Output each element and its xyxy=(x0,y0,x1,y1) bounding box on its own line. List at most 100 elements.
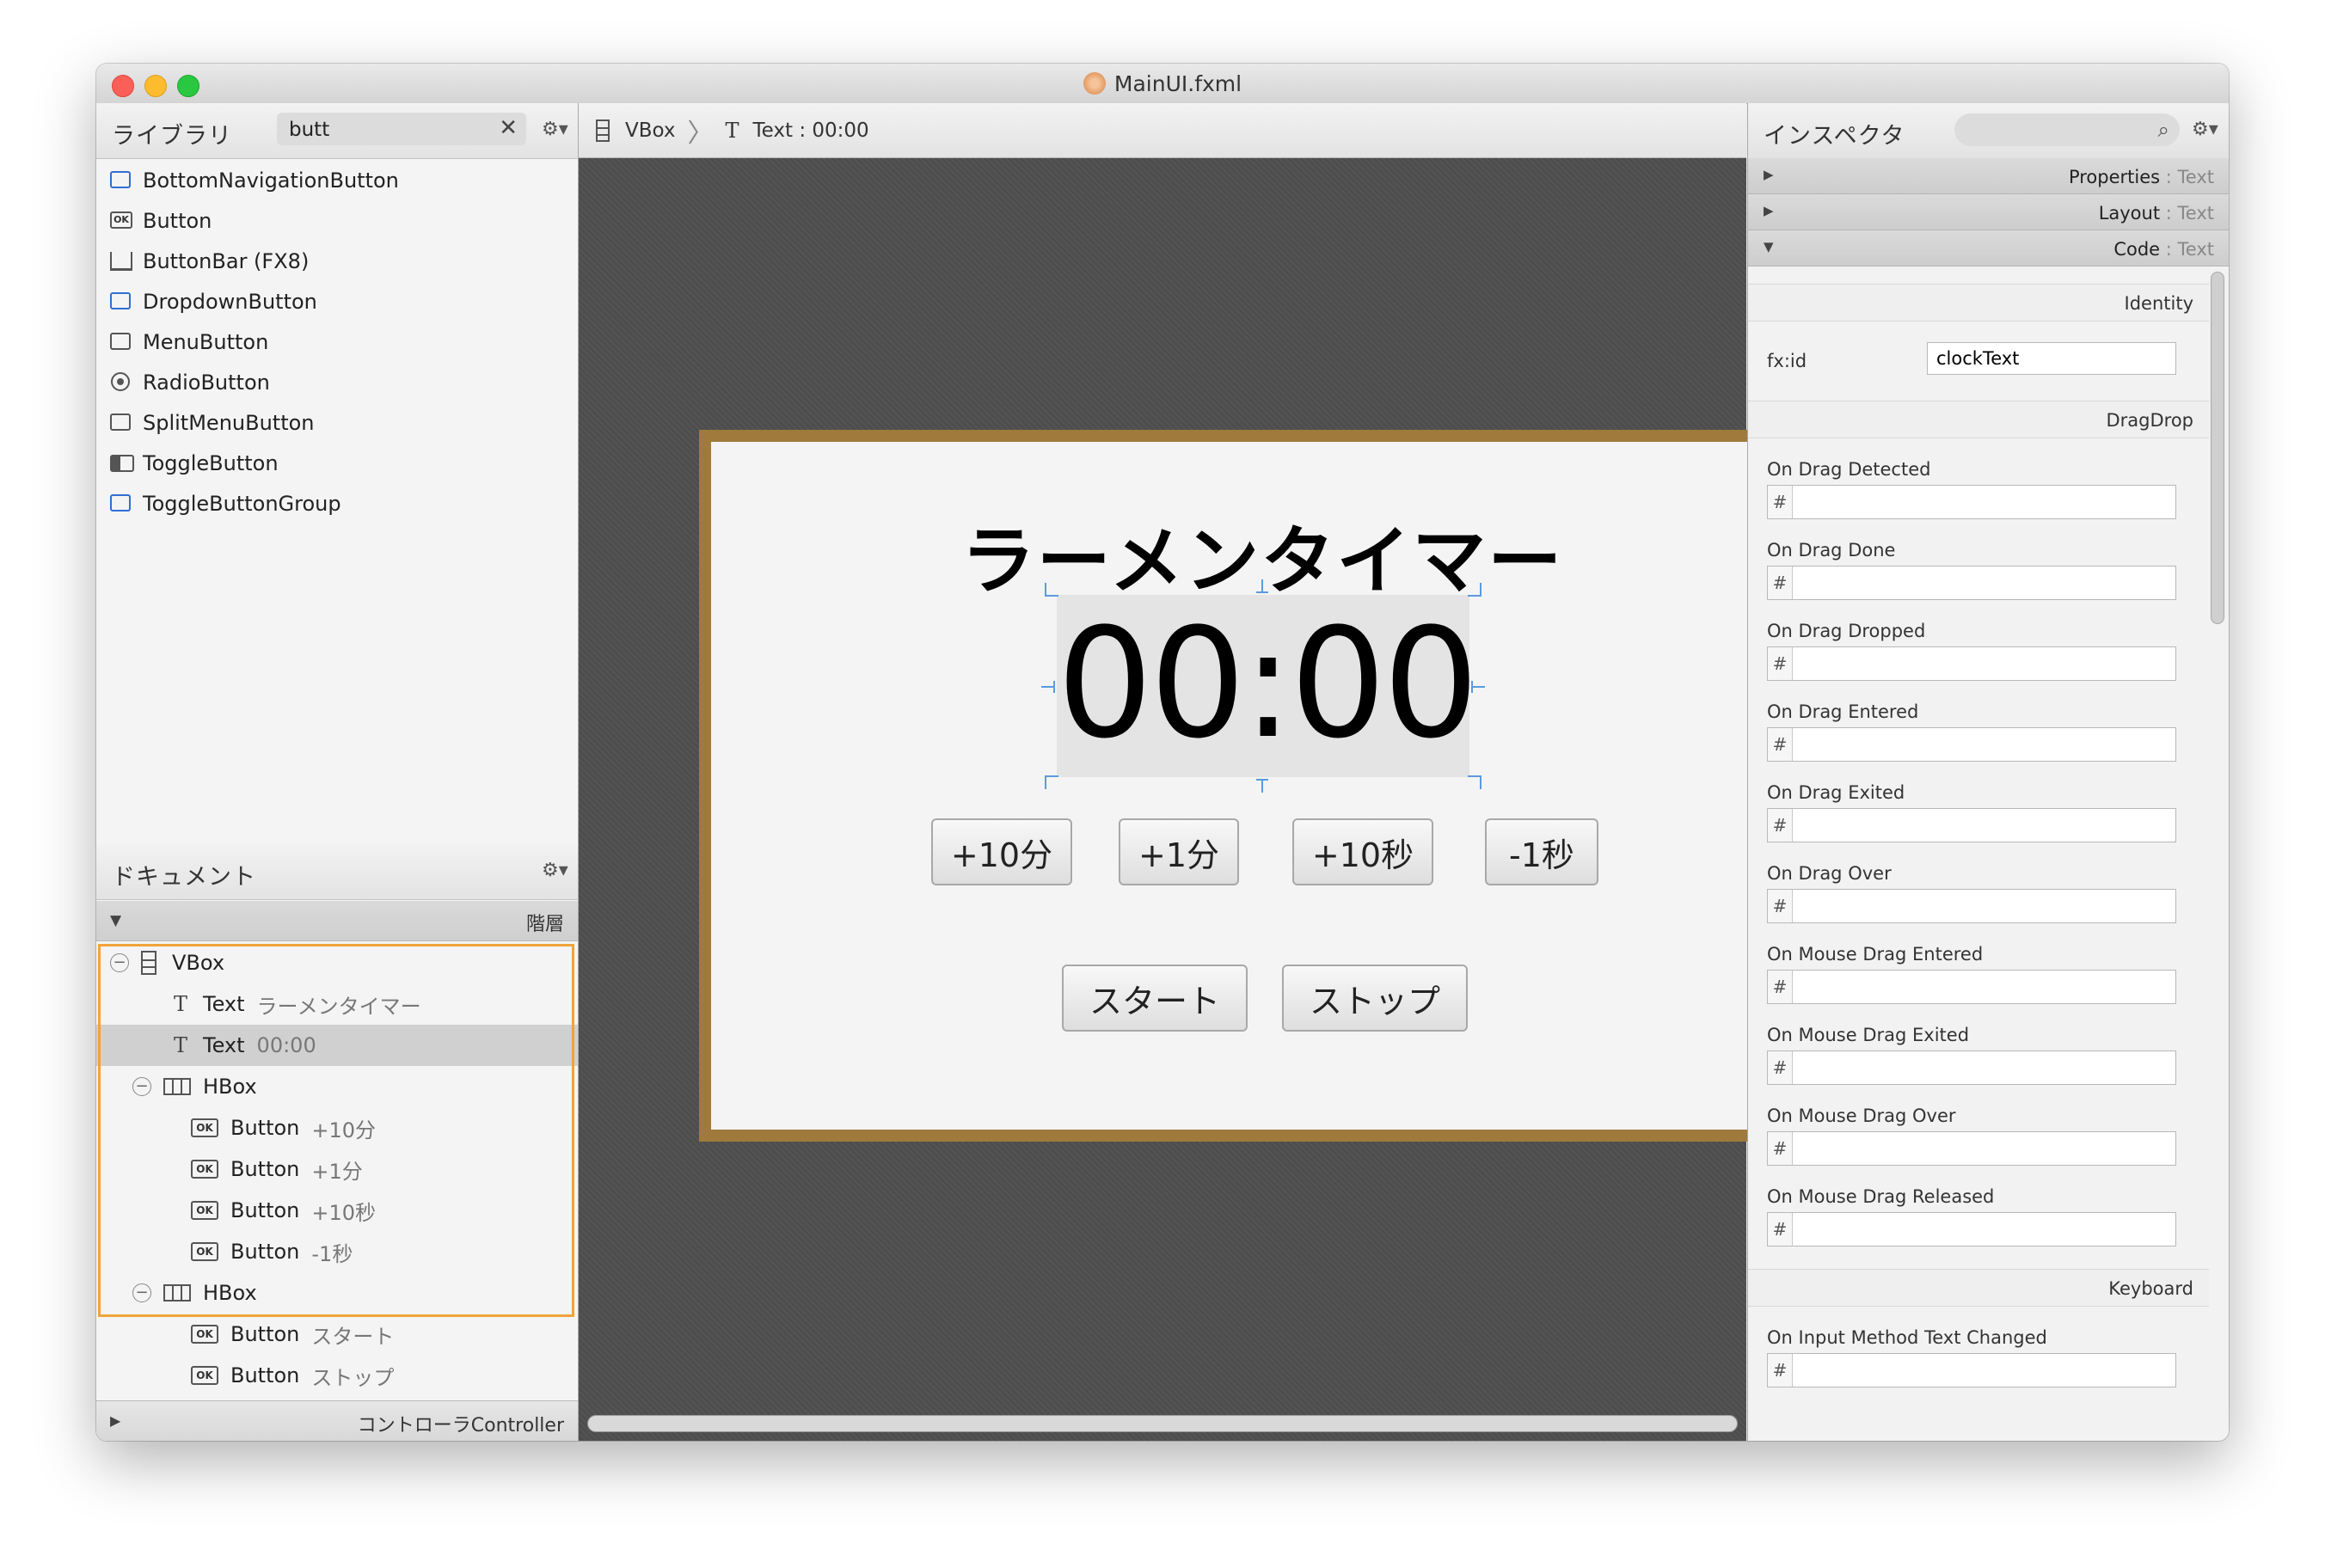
event-handler-field[interactable]: # xyxy=(1767,646,2176,681)
inspector-vertical-scrollbar[interactable] xyxy=(2211,272,2224,624)
fxid-field[interactable] xyxy=(1927,342,2176,375)
resize-handle[interactable] xyxy=(1041,681,1055,693)
library-item[interactable]: MenuButton xyxy=(96,322,578,362)
event-handler-field[interactable]: # xyxy=(1767,727,2176,762)
inspector-title: インスペクタ xyxy=(1764,123,1905,150)
event-handler-field[interactable]: # xyxy=(1767,1353,2176,1387)
library-list: BottomNavigationButton OK Button ButtonB… xyxy=(96,160,578,524)
breadcrumb-text[interactable]: Text : 00:00 xyxy=(753,119,869,142)
library-search-input[interactable] xyxy=(287,116,488,144)
horizontal-scrollbar[interactable] xyxy=(587,1415,1738,1432)
text-icon: T xyxy=(173,1033,187,1057)
library-gear-icon[interactable]: ⚙▾ xyxy=(542,119,568,140)
event-label: On Drag Done xyxy=(1767,540,1896,560)
library-header: ライブラリ ✕ ⚙▾ xyxy=(96,103,578,159)
library-item[interactable]: ToggleButtonGroup xyxy=(96,483,578,524)
controller-bar[interactable]: ▶ コントローラController xyxy=(96,1400,578,1441)
hash-icon: # xyxy=(1768,1213,1793,1246)
event-handler-field[interactable]: # xyxy=(1767,1050,2176,1085)
radio-button-icon xyxy=(108,371,134,395)
collapse-icon[interactable]: − xyxy=(110,953,129,972)
tree-row-vbox[interactable]: − VBox xyxy=(96,942,578,983)
event-label: On Drag Entered xyxy=(1767,701,1919,722)
section-layout[interactable]: ▶ Layout : Text xyxy=(1748,194,2229,230)
event-label: On Drag Dropped xyxy=(1767,621,1926,641)
inspector-search[interactable]: ⌕ xyxy=(1954,113,2180,146)
document-gear-icon[interactable]: ⚙▾ xyxy=(542,860,568,881)
inspector-gear-icon[interactable]: ⚙▾ xyxy=(2192,119,2218,140)
section-properties[interactable]: ▶ Properties : Text xyxy=(1748,158,2229,194)
hash-icon: # xyxy=(1768,1051,1793,1084)
preview-vbox[interactable]: ラーメンタイマー 00:00 +10分 +1分 +10秒 -1秒 スタート スト… xyxy=(699,430,1825,1142)
tree-row-button[interactable]: OK Button +10分 xyxy=(96,1107,578,1148)
library-item[interactable]: RadioButton xyxy=(96,362,578,402)
library-item[interactable]: BottomNavigationButton xyxy=(96,160,578,200)
start-button[interactable]: スタート xyxy=(1062,965,1248,1032)
inspector-header: インスペクタ ⌕ ⚙▾ xyxy=(1748,103,2229,159)
add-1-min-button[interactable]: +1分 xyxy=(1119,818,1239,885)
add-10-min-button[interactable]: +10分 xyxy=(931,818,1072,885)
resize-handle[interactable] xyxy=(1045,775,1058,789)
clear-search-icon[interactable]: ✕ xyxy=(499,115,518,141)
hash-icon: # xyxy=(1768,486,1793,518)
tree-row-button[interactable]: OK Button +1分 xyxy=(96,1148,578,1190)
clock-text[interactable]: 00:00 xyxy=(1057,598,1479,770)
resize-handle[interactable] xyxy=(1468,775,1481,789)
tree-row-button[interactable]: OK Button +10秒 xyxy=(96,1190,578,1231)
stop-button[interactable]: ストップ xyxy=(1282,965,1468,1032)
ok-button-icon: OK xyxy=(191,1118,218,1137)
event-handler-field[interactable]: # xyxy=(1767,1131,2176,1166)
clock-text-selected[interactable]: 00:00 xyxy=(1041,579,1485,793)
collapse-icon[interactable]: − xyxy=(132,1077,151,1096)
code-section-body: Identity fx:id DragDrop On Drag Detected… xyxy=(1748,266,2209,1441)
library-search[interactable]: ✕ xyxy=(277,113,526,145)
resize-handle[interactable] xyxy=(1471,681,1485,693)
library-item[interactable]: ToggleButton xyxy=(96,443,578,483)
event-handler-field[interactable]: # xyxy=(1767,485,2176,519)
document-title: ドキュメント xyxy=(112,864,256,891)
hash-icon: # xyxy=(1768,567,1793,599)
tree-row-hbox[interactable]: − HBox xyxy=(96,1066,578,1107)
event-handler-field[interactable]: # xyxy=(1767,970,2176,1004)
resize-handle[interactable] xyxy=(1256,579,1268,593)
event-handler-field[interactable]: # xyxy=(1767,808,2176,842)
text-icon: T xyxy=(173,992,187,1016)
inspector-search-input[interactable] xyxy=(1966,117,2142,144)
resize-handle[interactable] xyxy=(1256,779,1268,793)
library-item[interactable]: OK Button xyxy=(96,200,578,241)
breadcrumb: VBox 〉 T Text : 00:00 xyxy=(579,103,1746,158)
canvas-area[interactable]: VBox 〉 T Text : 00:00 ラーメンタイマー 00:00 +10… xyxy=(579,103,1825,1441)
hierarchy-label: 階層 xyxy=(525,914,564,935)
dropdown-button-icon xyxy=(108,290,134,314)
resize-handle[interactable] xyxy=(1045,583,1058,597)
library-item[interactable]: DropdownButton xyxy=(96,281,578,322)
split-menu-button-icon xyxy=(108,411,134,435)
minus-1-sec-button[interactable]: -1秒 xyxy=(1485,818,1598,885)
event-handler-field[interactable]: # xyxy=(1767,889,2176,923)
resize-handle[interactable] xyxy=(1468,583,1481,597)
tree-row-text[interactable]: T Text ラーメンタイマー xyxy=(96,983,578,1025)
tree-row-button[interactable]: OK Button ストップ xyxy=(96,1355,578,1396)
hash-icon: # xyxy=(1768,647,1793,680)
event-handler-field[interactable]: # xyxy=(1767,1212,2176,1246)
hash-icon: # xyxy=(1768,1354,1793,1387)
hierarchy-bar[interactable]: ▼ 階層 xyxy=(96,901,578,941)
tree-row-button[interactable]: OK Button スタート xyxy=(96,1314,578,1355)
collapse-icon[interactable]: − xyxy=(132,1283,151,1302)
tree-row-hbox[interactable]: − HBox xyxy=(96,1272,578,1314)
breadcrumb-vbox[interactable]: VBox xyxy=(625,119,676,142)
expanded-arrow-icon: ▼ xyxy=(1764,239,1774,254)
hash-icon: # xyxy=(1768,890,1793,922)
dragdrop-group-header: DragDrop xyxy=(1748,401,2209,438)
library-item[interactable]: SplitMenuButton xyxy=(96,402,578,443)
event-label: On Mouse Drag Released xyxy=(1767,1186,1995,1207)
add-10-sec-button[interactable]: +10秒 xyxy=(1292,818,1433,885)
tree-row-button[interactable]: OK Button -1秒 xyxy=(96,1231,578,1272)
bottom-navigation-button-icon xyxy=(108,168,134,193)
breadcrumb-separator-icon: 〉 xyxy=(687,118,714,149)
event-handler-field[interactable]: # xyxy=(1767,566,2176,600)
vbox-icon xyxy=(141,951,156,975)
section-code[interactable]: ▼ Code : Text xyxy=(1748,230,2229,266)
library-item[interactable]: ButtonBar (FX8) xyxy=(96,241,578,281)
tree-row-text-selected[interactable]: T Text 00:00 xyxy=(96,1025,578,1066)
